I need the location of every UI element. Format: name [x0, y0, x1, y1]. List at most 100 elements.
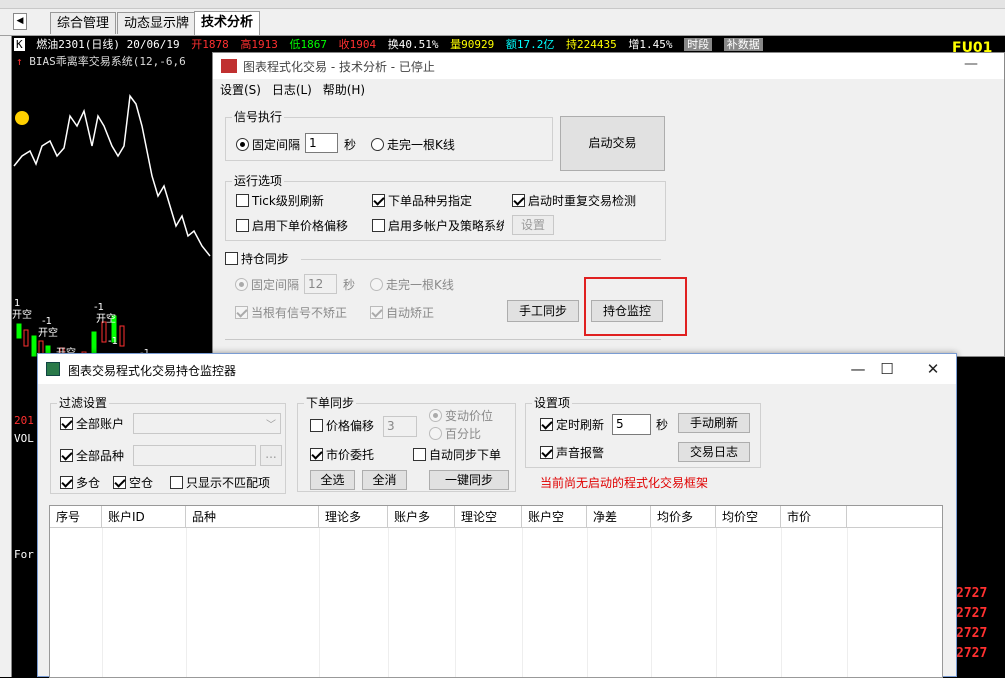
filter-title: 过滤设置: [57, 396, 110, 410]
fixed-interval-radio[interactable]: 固定间隔: [236, 137, 300, 153]
trading-window-title: 图表程式化交易 - 技术分析 - 已停止: [243, 60, 435, 74]
auto-sync-checkbox[interactable]: 自动同步下单: [413, 447, 501, 463]
monitor-title: 图表交易程式化交易持仓监控器: [68, 364, 237, 378]
monitor-maximize-button[interactable]: ☐: [872, 358, 902, 380]
fixed-interval-label: 固定间隔: [252, 138, 301, 152]
market-order-checkbox[interactable]: 市价委托: [310, 447, 374, 463]
timed-refresh-label: 定时刷新: [556, 418, 605, 432]
no-correct-checkbox[interactable]: 当根有信号不矫正: [235, 305, 347, 321]
minimize-button[interactable]: —: [964, 56, 978, 72]
open-value: 开1878: [191, 38, 229, 51]
sound-alarm-label: 声音报警: [556, 446, 605, 460]
order-variety-label: 下单品种另指定: [388, 194, 473, 208]
chevron-down-icon: ﹀: [266, 420, 276, 431]
position-sync-checkbox[interactable]: 持仓同步: [225, 251, 289, 267]
refresh-interval-input[interactable]: 5: [612, 414, 651, 435]
manual-refresh-button[interactable]: 手动刷新: [678, 413, 750, 433]
tab-technical-analysis[interactable]: 技术分析: [194, 11, 261, 35]
tab-scroll-left-button[interactable]: ◀: [13, 13, 27, 30]
sync-interval-input[interactable]: 12: [304, 274, 337, 294]
column-header-index[interactable]: 序号: [50, 506, 102, 528]
short-position-checkbox[interactable]: 空仓: [113, 475, 153, 491]
left-edge-strip: [0, 36, 12, 677]
change-price-label: 变动价位: [445, 409, 494, 423]
column-header-market-price[interactable]: 市价: [781, 506, 847, 528]
top-tab-bar: ◀ 综合管理 动态显示牌 技术分析: [0, 0, 1005, 36]
sound-alarm-checkbox[interactable]: 声音报警: [540, 445, 604, 461]
start-trading-button[interactable]: 启动交易: [560, 116, 665, 171]
radio-checked-icon: [429, 409, 442, 422]
menu-bar: 设置(S) 日志(L) 帮助(H): [213, 80, 1004, 100]
manual-sync-button[interactable]: 手工同步: [507, 300, 579, 322]
low-value: 低1867: [289, 38, 327, 51]
percent-radio[interactable]: 百分比: [429, 426, 481, 442]
close-value: 收1904: [338, 38, 377, 51]
long-position-checkbox[interactable]: 多仓: [60, 475, 100, 491]
all-varieties-checkbox[interactable]: 全部品种: [60, 448, 124, 464]
column-header-avg-long[interactable]: 均价多: [651, 506, 716, 528]
column-header-account-id[interactable]: 账户ID: [102, 506, 186, 528]
radio-unchecked-icon: [370, 278, 383, 291]
column-header-account-long[interactable]: 账户多: [388, 506, 455, 528]
k-badge[interactable]: K: [14, 38, 25, 51]
column-header-theory-long[interactable]: 理论多: [319, 506, 388, 528]
variety-browse-button[interactable]: ...: [260, 445, 282, 466]
one-click-sync-button[interactable]: 一键同步: [429, 470, 509, 490]
svg-text:开空: 开空: [96, 312, 116, 325]
order-variety-checkbox[interactable]: 下单品种另指定: [372, 193, 472, 209]
run-settings-button[interactable]: 设置: [512, 215, 554, 235]
open-interest-change: 增1.45%: [628, 38, 673, 51]
price-offset-checkbox[interactable]: 启用下单价格偏移: [236, 218, 348, 234]
column-header-net-diff[interactable]: 净差: [587, 506, 651, 528]
offset-value-input[interactable]: 3: [383, 416, 417, 437]
column-divider: [455, 528, 456, 677]
column-header-theory-short[interactable]: 理论空: [455, 506, 522, 528]
position-table[interactable]: 序号 账户ID 品种 理论多 账户多 理论空 账户空 净差 均价多 均价空 市价: [49, 505, 943, 678]
svg-text:-1: -1: [42, 316, 52, 327]
tab-general-management[interactable]: 综合管理: [50, 12, 117, 34]
menu-settings[interactable]: 设置(S): [220, 80, 261, 100]
all-accounts-checkbox[interactable]: 全部账户: [60, 416, 124, 432]
column-divider: [716, 528, 717, 677]
trade-log-button[interactable]: 交易日志: [678, 442, 750, 462]
long-position-label: 多仓: [76, 476, 101, 490]
svg-text:-1: -1: [108, 336, 118, 347]
deselect-all-button[interactable]: 全消: [362, 470, 407, 490]
column-header-account-short[interactable]: 账户空: [522, 506, 587, 528]
order-price-offset-checkbox[interactable]: 价格偏移: [310, 418, 374, 434]
sync-fixed-interval-radio[interactable]: 固定间隔: [235, 277, 299, 293]
monitor-titlebar[interactable]: 图表交易程式化交易持仓监控器 — ☐ ✕: [38, 354, 956, 384]
checkbox-unchecked-icon: [236, 194, 249, 207]
checkbox-checked-icon: [60, 449, 73, 462]
monitor-close-button[interactable]: ✕: [918, 358, 948, 380]
menu-log[interactable]: 日志(L): [272, 80, 312, 100]
select-all-button[interactable]: 全选: [310, 470, 355, 490]
tab-dynamic-board[interactable]: 动态显示牌: [117, 12, 197, 34]
mismatch-only-checkbox[interactable]: 只显示不匹配项: [170, 475, 270, 491]
variety-input[interactable]: [133, 445, 256, 466]
restart-check-checkbox[interactable]: 启动时重复交易检测: [512, 193, 636, 209]
change-price-radio[interactable]: 变动价位: [429, 408, 493, 424]
monitor-minimize-button[interactable]: —: [843, 358, 873, 380]
column-header-variety[interactable]: 品种: [186, 506, 319, 528]
auto-correct-checkbox[interactable]: 自动矫正: [370, 305, 434, 321]
multi-account-checkbox[interactable]: 启用多帐户及策略系统: [372, 218, 504, 234]
time-period-button[interactable]: 时段: [684, 38, 713, 51]
menu-help[interactable]: 帮助(H): [323, 80, 365, 100]
timed-refresh-checkbox[interactable]: 定时刷新: [540, 417, 604, 433]
sync-after-kline-radio[interactable]: 走完一根K线: [370, 277, 454, 293]
percent-label: 百分比: [445, 427, 482, 441]
after-kline-radio[interactable]: 走完一根K线: [371, 137, 455, 153]
multi-account-label: 启用多帐户及策略系统: [388, 219, 504, 233]
bottom-divider: [225, 339, 661, 340]
trading-window-titlebar[interactable]: 图表程式化交易 - 技术分析 - 已停止 —: [213, 53, 1004, 79]
tick-refresh-checkbox[interactable]: Tick级别刷新: [236, 193, 324, 209]
svg-text:开空: 开空: [38, 326, 58, 339]
signal-interval-input[interactable]: 1: [305, 133, 338, 153]
column-header-avg-short[interactable]: 均价空: [716, 506, 781, 528]
mismatch-only-label: 只显示不匹配项: [186, 476, 271, 490]
smiley-icon: [15, 111, 29, 125]
account-select[interactable]: ﹀: [133, 413, 281, 434]
supplement-data-button[interactable]: 补数据: [723, 38, 763, 51]
top-strip: [0, 0, 1005, 9]
